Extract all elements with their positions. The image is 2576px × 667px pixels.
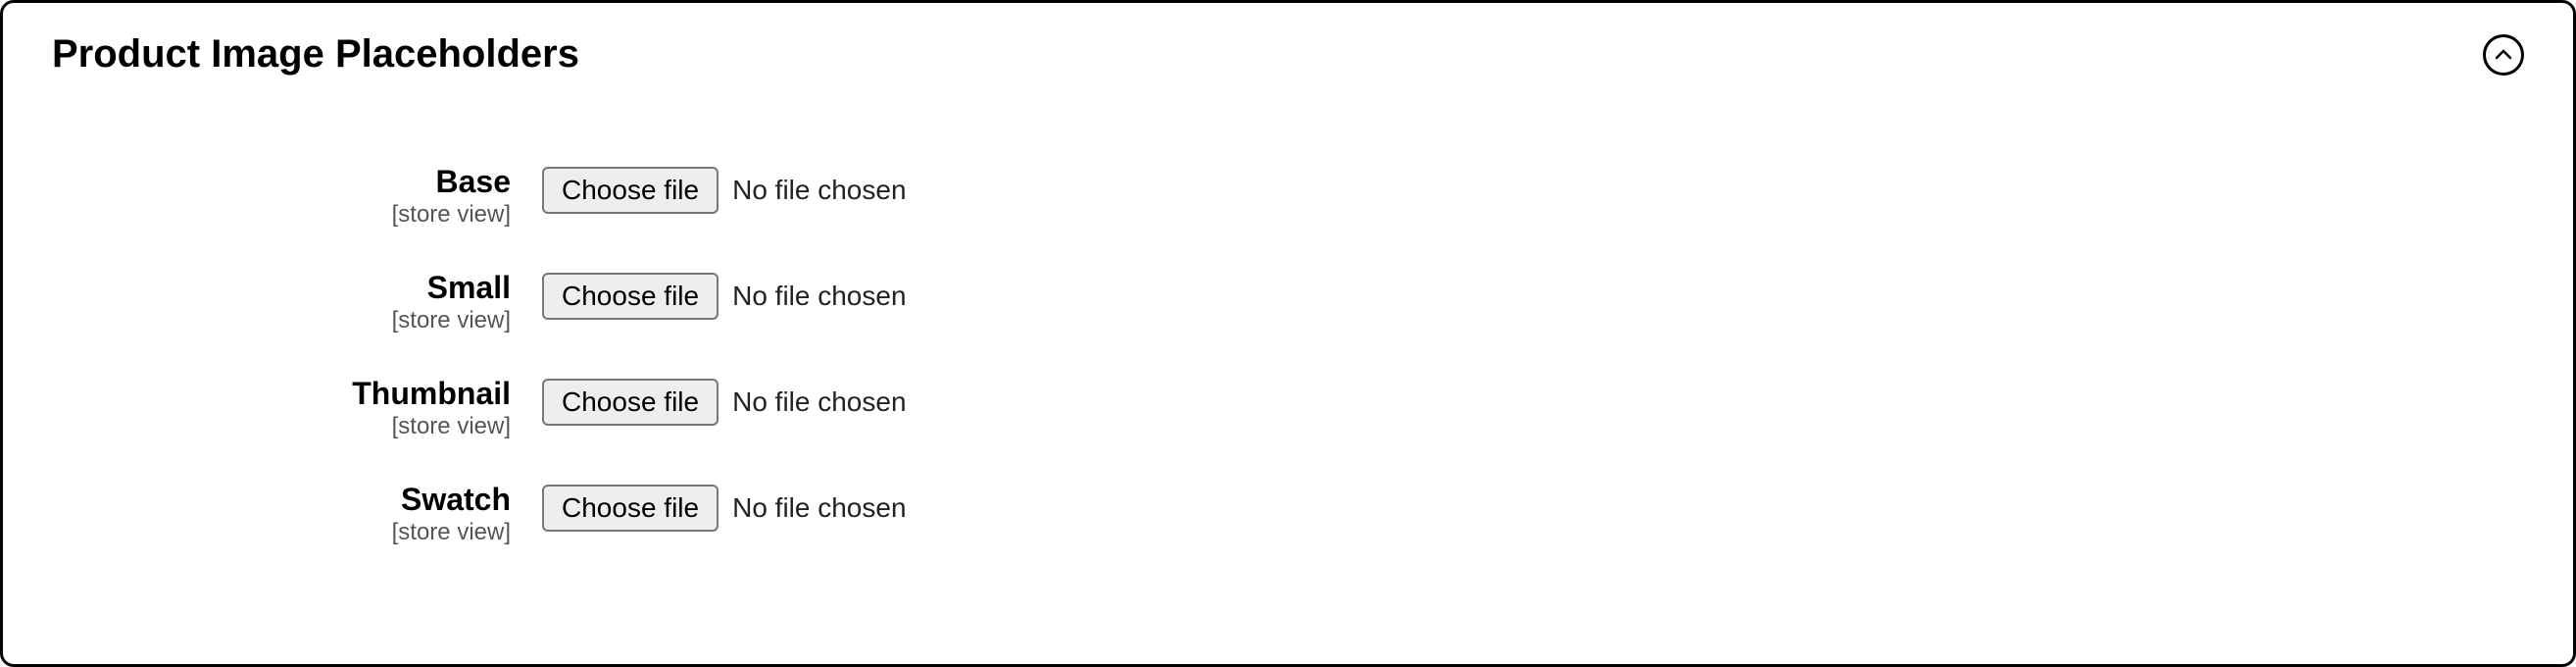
- product-image-placeholders-panel: Product Image Placeholders Base [store v…: [0, 0, 2576, 667]
- field-label-thumbnail: Thumbnail: [352, 377, 511, 411]
- file-status-small: No file chosen: [732, 281, 906, 312]
- file-status-base: No file chosen: [732, 175, 906, 206]
- choose-file-button-small[interactable]: Choose file: [542, 273, 718, 320]
- field-row-thumbnail: Thumbnail [store view] Choose file No fi…: [52, 377, 2524, 441]
- field-label-wrap: Swatch [store view]: [52, 483, 542, 547]
- field-row-small: Small [store view] Choose file No file c…: [52, 271, 2524, 335]
- field-control-thumbnail: Choose file No file chosen: [542, 377, 907, 426]
- field-scope-swatch: [store view]: [392, 519, 511, 547]
- collapse-button[interactable]: [2483, 34, 2524, 76]
- field-label-small: Small: [427, 271, 511, 305]
- field-control-small: Choose file No file chosen: [542, 271, 907, 320]
- field-label-wrap: Small [store view]: [52, 271, 542, 335]
- chevron-up-icon: [2495, 49, 2512, 61]
- field-row-base: Base [store view] Choose file No file ch…: [52, 165, 2524, 230]
- field-label-wrap: Base [store view]: [52, 165, 542, 230]
- choose-file-button-thumbnail[interactable]: Choose file: [542, 379, 718, 426]
- field-label-wrap: Thumbnail [store view]: [52, 377, 542, 441]
- field-control-base: Choose file No file chosen: [542, 165, 907, 214]
- panel-title: Product Image Placeholders: [52, 32, 579, 77]
- field-scope-small: [store view]: [392, 307, 511, 335]
- field-scope-base: [store view]: [392, 201, 511, 230]
- field-scope-thumbnail: [store view]: [392, 413, 511, 441]
- panel-header: Product Image Placeholders: [52, 32, 2524, 77]
- field-control-swatch: Choose file No file chosen: [542, 483, 907, 532]
- file-status-swatch: No file chosen: [732, 492, 906, 524]
- choose-file-button-swatch[interactable]: Choose file: [542, 485, 718, 532]
- field-row-swatch: Swatch [store view] Choose file No file …: [52, 483, 2524, 547]
- field-label-base: Base: [436, 165, 512, 199]
- file-status-thumbnail: No file chosen: [732, 386, 906, 418]
- choose-file-button-base[interactable]: Choose file: [542, 167, 718, 214]
- field-label-swatch: Swatch: [401, 483, 511, 517]
